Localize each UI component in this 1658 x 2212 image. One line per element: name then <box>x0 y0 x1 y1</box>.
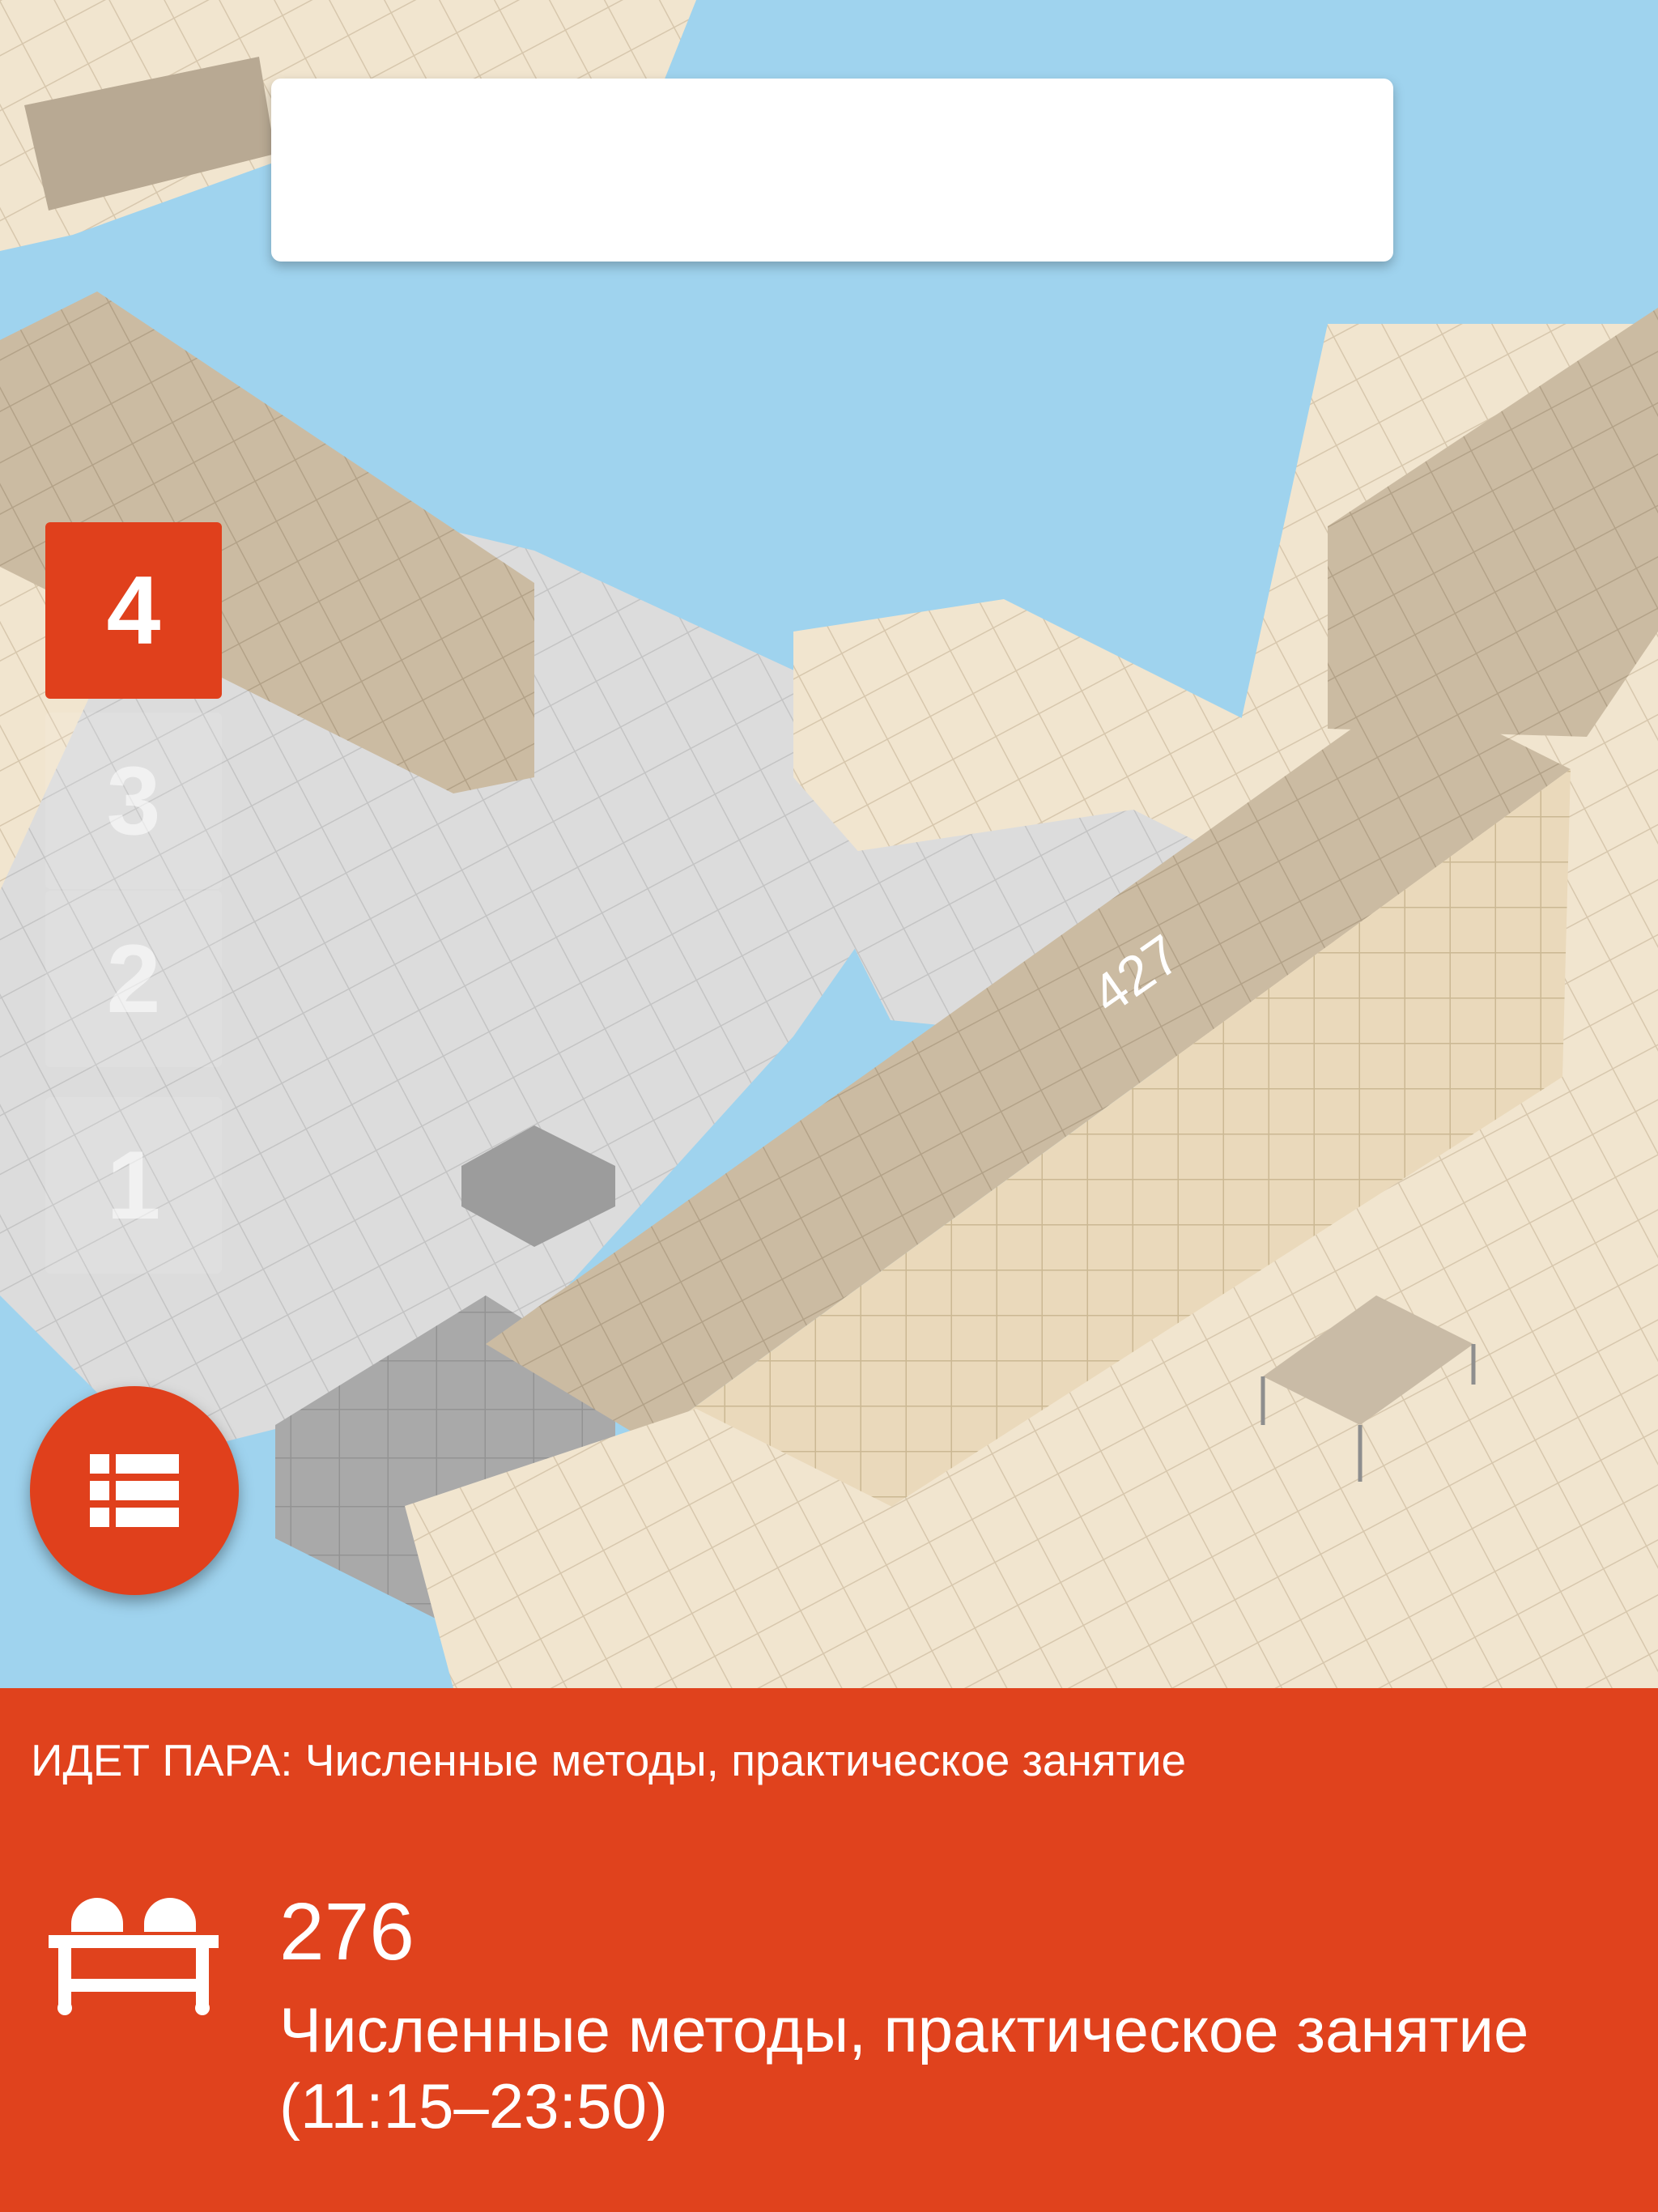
list-button[interactable] <box>30 1386 239 1595</box>
room-number: 276 <box>279 1887 414 1977</box>
search-input[interactable] <box>271 79 1393 262</box>
current-lesson-status: ИДЕТ ПАРА: Численные методы, практическо… <box>31 1735 1187 1785</box>
list-icon <box>90 1454 179 1527</box>
desk-icon <box>49 1898 219 2015</box>
floor-3-button[interactable]: 3 <box>45 713 222 889</box>
lesson-description: Численные методы, практическое занятие (… <box>279 1994 1529 2142</box>
floor-2-button[interactable]: 2 <box>45 891 222 1067</box>
floor-1-button[interactable]: 1 <box>45 1097 222 1274</box>
floor-4-button[interactable]: 4 <box>45 522 222 699</box>
